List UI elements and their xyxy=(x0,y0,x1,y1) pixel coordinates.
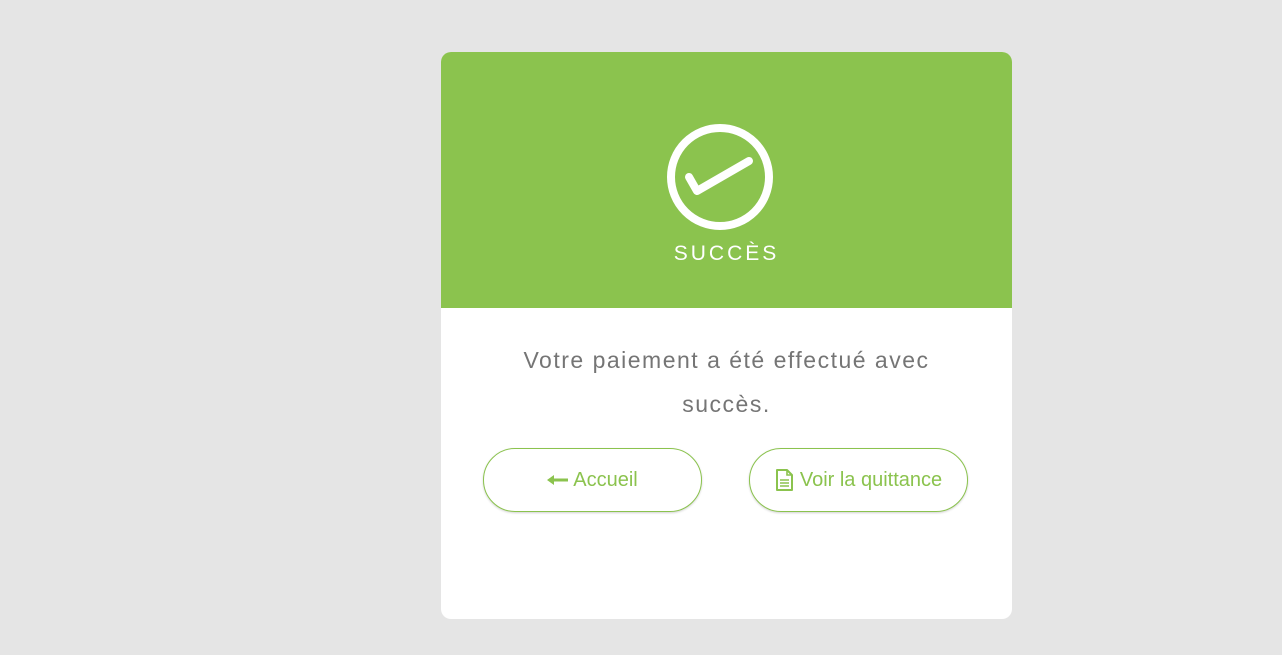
view-receipt-label: Voir la quittance xyxy=(799,468,943,491)
status-title: SUCCÈS xyxy=(673,242,780,265)
home-button[interactable]: Accueil xyxy=(483,448,702,512)
arrow-left-icon xyxy=(547,475,569,485)
success-card: SUCCÈS Votre paiement a été effectué ave… xyxy=(441,52,1012,619)
document-icon xyxy=(775,469,793,491)
success-header: SUCCÈS xyxy=(441,52,1012,308)
success-message: Votre paiement a été effectué avec succè… xyxy=(523,347,930,417)
check-circle-icon xyxy=(667,124,773,230)
view-receipt-button[interactable]: Voir la quittance xyxy=(749,448,968,512)
home-button-label: Accueil xyxy=(573,468,638,491)
